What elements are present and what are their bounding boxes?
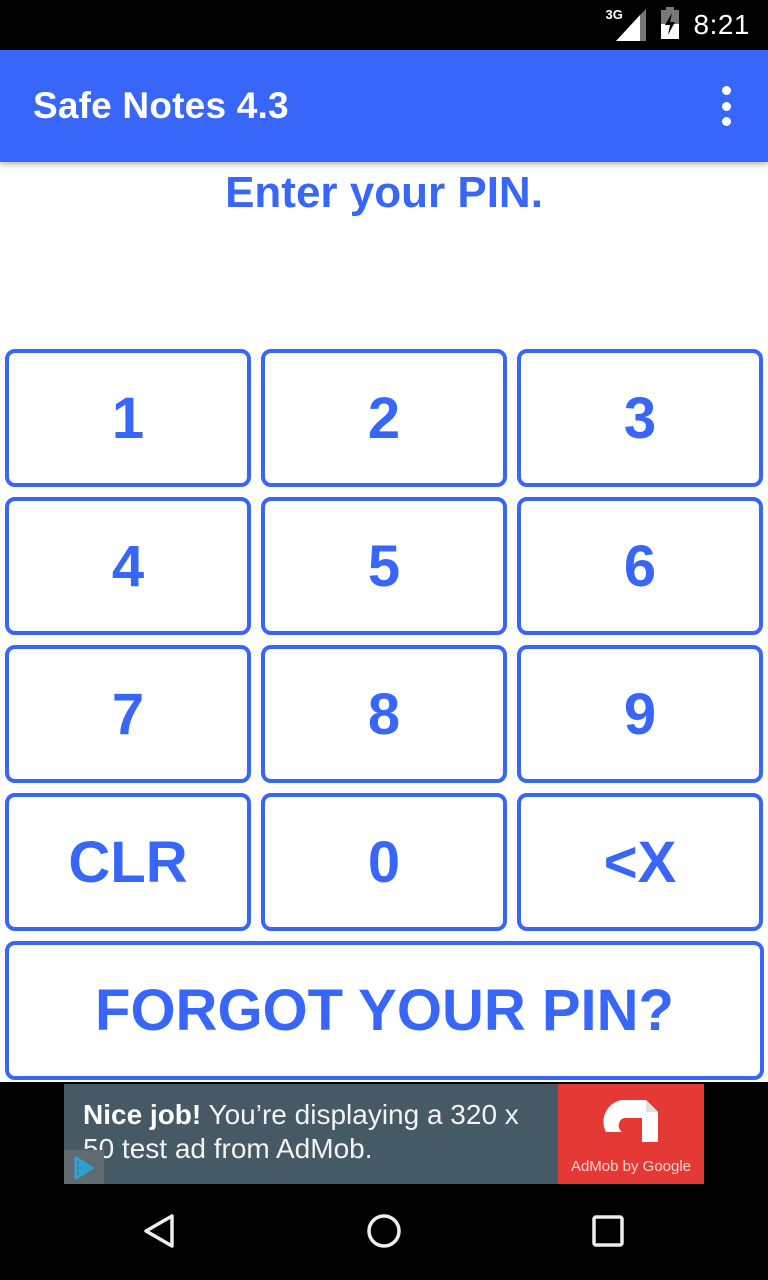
back-icon[interactable]: [132, 1206, 188, 1256]
admob-logo[interactable]: AdMob by Google: [558, 1084, 704, 1184]
key-8[interactable]: 8: [261, 645, 507, 783]
backspace-button[interactable]: <X: [517, 793, 763, 931]
key-7[interactable]: 7: [5, 645, 251, 783]
key-3[interactable]: 3: [517, 349, 763, 487]
ad-text: Nice job! You’re displaying a 320 x 50 t…: [83, 1098, 553, 1166]
app-bar: Safe Notes 4.3: [0, 50, 768, 162]
key-2[interactable]: 2: [261, 349, 507, 487]
ad-choices-icon[interactable]: [64, 1150, 104, 1184]
navigation-bar: [0, 1184, 768, 1280]
key-0[interactable]: 0: [261, 793, 507, 931]
battery-charging-icon: [660, 6, 680, 44]
key-5[interactable]: 5: [261, 497, 507, 635]
clear-button[interactable]: CLR: [5, 793, 251, 931]
ad-banner[interactable]: Nice job! You’re displaying a 320 x 50 t…: [0, 1082, 768, 1190]
ad-headline: Nice job!: [83, 1099, 202, 1130]
key-9[interactable]: 9: [517, 645, 763, 783]
clock: 8:21: [693, 9, 750, 40]
recents-icon[interactable]: [580, 1206, 636, 1256]
ad-content[interactable]: Nice job! You’re displaying a 320 x 50 t…: [64, 1084, 558, 1184]
pin-prompt: Enter your PIN.: [225, 168, 543, 217]
admob-icon: [603, 1100, 658, 1142]
overflow-menu-icon[interactable]: [714, 86, 738, 126]
key-6[interactable]: 6: [517, 497, 763, 635]
app-title: Safe Notes 4.3: [33, 85, 289, 126]
status-bar: 3G 8:21: [0, 0, 768, 50]
admob-logo-text: AdMob by Google: [570, 1158, 692, 1175]
signal-icon: 3G: [606, 7, 646, 41]
key-4[interactable]: 4: [5, 497, 251, 635]
home-icon[interactable]: [356, 1206, 412, 1256]
forgot-pin-button[interactable]: FORGOT YOUR PIN?: [5, 941, 764, 1080]
key-1[interactable]: 1: [5, 349, 251, 487]
